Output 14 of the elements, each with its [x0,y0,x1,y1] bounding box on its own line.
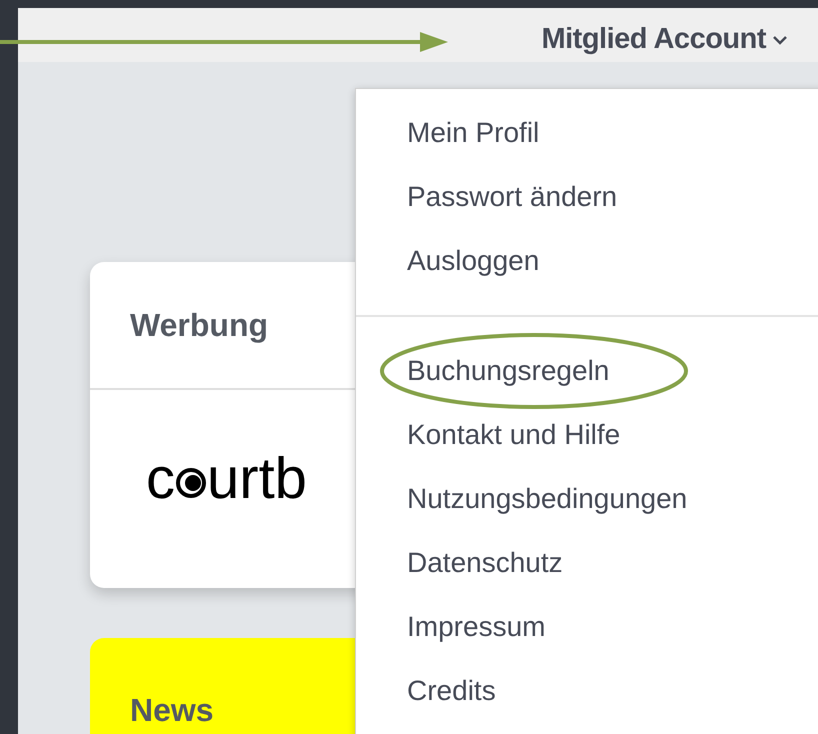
menu-item[interactable]: Passwort ändern [407,176,618,218]
menu-item[interactable]: Mein Profil [407,112,540,154]
tennis-ball-icon [176,468,206,498]
card-title: Werbung [130,306,268,345]
menu-item[interactable]: Credits [407,670,496,712]
card-title: News [130,692,214,728]
menu-item[interactable]: Kontakt und Hilfe [407,414,620,456]
menu-item[interactable]: Datenschutz [407,542,563,584]
menu-item[interactable]: Nutzungsbedingungen [407,478,688,520]
chevron-icon [772,34,788,46]
menu-item[interactable]: Impressum [407,606,546,648]
menu-item[interactable]: Ausloggen [407,240,540,282]
logo: c urtb [146,450,307,508]
account-menu-button[interactable]: Mitglied Account [541,18,788,62]
